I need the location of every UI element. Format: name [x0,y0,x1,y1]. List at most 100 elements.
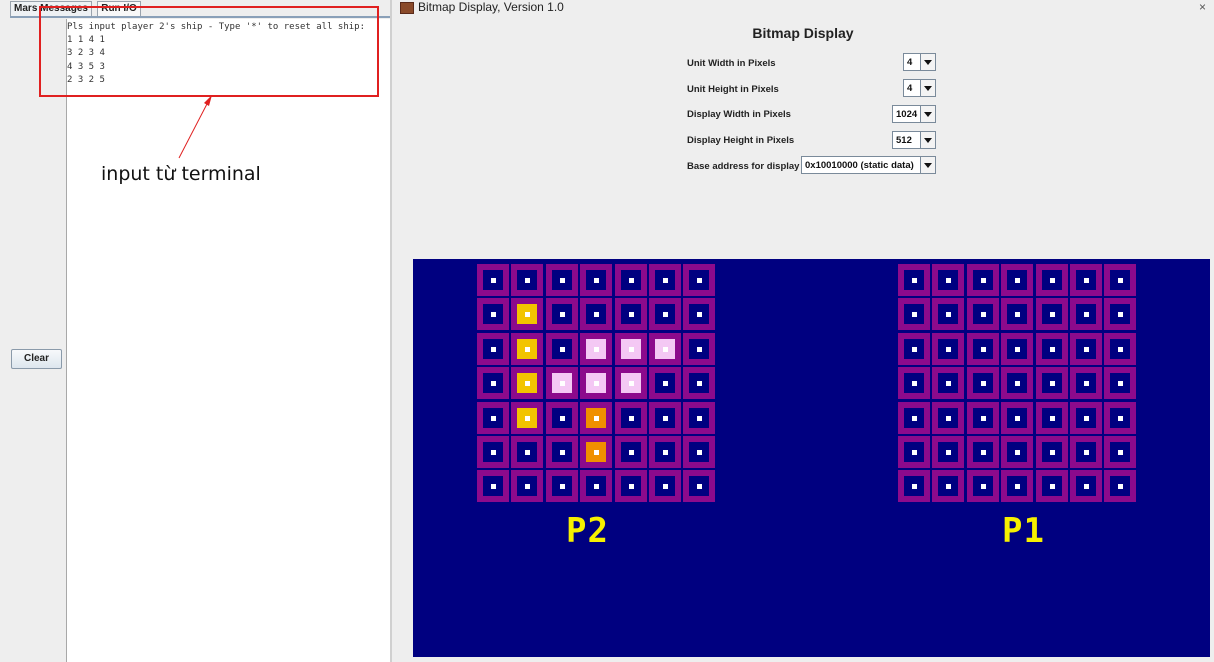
cell-dot [697,312,703,318]
cell-fill [620,476,641,497]
cell-fill [938,373,959,394]
console-output[interactable]: Pls input player 2's ship - Type '*' to … [67,19,390,662]
board-cell [614,367,647,400]
cell-dot [559,278,565,283]
cell-fill [904,304,924,325]
board-cell [477,298,509,331]
board-cell [614,436,647,468]
board-cell [683,367,716,400]
cell-dot [594,278,600,283]
cell-fill [620,442,641,462]
cell-dot [663,278,668,283]
cell-fill [689,304,710,325]
window-title: Bitmap Display, Version 1.0 [418,0,564,14]
cell-dot [491,484,496,490]
board-cell [1035,298,1068,331]
cell-fill [904,338,924,359]
board-cell [477,332,509,365]
cell-dot [980,484,986,490]
cell-fill [904,270,924,290]
board-cell [898,401,930,434]
cell-dot [912,450,917,455]
cell-fill [1110,304,1131,325]
close-icon[interactable]: × [1199,0,1206,14]
cell-dot [1084,278,1089,283]
board-cell [1035,470,1068,503]
cell-dot [946,484,952,490]
cell-fill [1007,270,1028,290]
cell-dot [1049,415,1055,421]
cell-dot [559,450,565,455]
cell-fill [586,407,607,428]
cell-dot [912,381,917,387]
board-cell [966,332,999,365]
clear-button[interactable]: Clear [11,349,62,369]
board-cell [511,401,544,434]
cell-dot [525,346,531,352]
cell-fill [483,373,503,394]
board-cell [545,470,578,503]
annotation-label: input từ terminal [101,163,261,185]
cell-fill [689,476,710,497]
board-cell [511,436,544,468]
board-cell [898,298,930,331]
cell-dot [1118,278,1124,283]
cell-dot [491,381,496,387]
cell-dot [697,381,703,387]
board-cell [545,367,578,400]
cell-dot [1015,312,1021,318]
board-cell [545,332,578,365]
board-cell [898,264,930,296]
cell-fill [655,304,675,325]
cell-dot [1015,346,1021,352]
cell-fill [1110,442,1131,462]
cell-dot [697,278,703,283]
player-2-label: P2 [566,511,609,551]
cell-fill [586,304,607,325]
board-cell [511,298,544,331]
board-cell [580,401,613,434]
board-cell [1070,401,1102,434]
cell-dot [1118,312,1124,318]
board-cell [614,401,647,434]
board-cell [614,470,647,503]
board-cell [683,436,716,468]
cell-dot [980,450,986,455]
board-cell [932,401,965,434]
cell-fill [972,270,993,290]
base-address-value: 0x10010000 (static data) [805,160,914,171]
board-cell [683,264,716,296]
annotation-highlight-box [39,6,379,97]
cell-dot [912,484,917,490]
cell-fill [938,442,959,462]
board-cell [1001,367,1034,400]
unit-height-select[interactable]: 4 [903,79,936,97]
board-cell [932,332,965,365]
board-cell [477,470,509,503]
cell-fill [1007,304,1028,325]
cell-fill [1110,270,1131,290]
cell-fill [1041,407,1062,428]
cell-dot [1015,450,1021,455]
cell-fill [1110,373,1131,394]
cell-fill [620,338,641,359]
board-cell [1035,401,1068,434]
board-cell [580,264,613,296]
cell-dot [1118,450,1124,455]
unit-width-select[interactable]: 4 [903,53,936,71]
unit-height-value: 4 [907,83,913,94]
board-cell [966,264,999,296]
cell-dot [559,346,565,352]
base-address-select[interactable]: 0x10010000 (static data) [801,156,936,174]
board-cell [1070,367,1102,400]
board-cell [932,264,965,296]
display-height-select[interactable]: 512 [892,131,936,149]
board-cell [1001,401,1034,434]
display-width-select[interactable]: 1024 [892,105,936,123]
cell-dot [594,415,600,421]
cell-fill [655,476,675,497]
board-cell [614,298,647,331]
cell-fill [1076,270,1096,290]
cell-fill [1110,476,1131,497]
cell-dot [594,450,600,455]
